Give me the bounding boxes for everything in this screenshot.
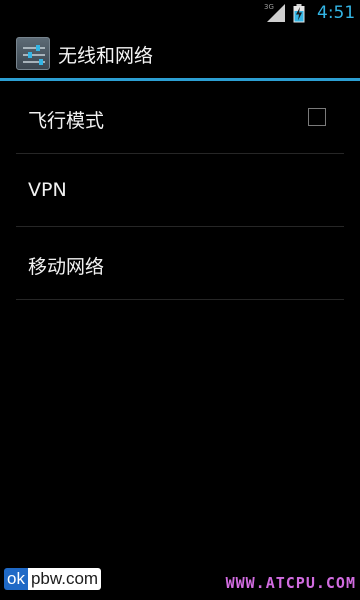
- battery-charging-icon: [293, 4, 305, 23]
- settings-list: 飞行模式 VPN 移动网络: [0, 81, 360, 300]
- airplane-mode-checkbox[interactable]: [308, 108, 326, 126]
- list-item-mobile-network[interactable]: 移动网络: [16, 227, 344, 300]
- list-item-airplane-mode[interactable]: 飞行模式: [16, 81, 344, 154]
- list-item-vpn[interactable]: VPN: [16, 154, 344, 227]
- watermark-pbw: pbw.com: [27, 568, 102, 590]
- action-bar: 无线和网络: [0, 26, 360, 79]
- watermark-atcpu: WWW.ATCPU.COM: [225, 574, 356, 592]
- airplane-mode-label: 飞行模式: [28, 110, 105, 132]
- vpn-label: VPN: [28, 179, 67, 201]
- watermark-okpbw: ok pbw.com: [4, 568, 102, 590]
- status-bar: 3G 4:51: [0, 0, 360, 26]
- watermark-ok: ok: [4, 568, 28, 590]
- signal-icon: [267, 4, 285, 22]
- page-title: 无线和网络: [58, 45, 154, 67]
- settings-sliders-icon[interactable]: [16, 37, 50, 70]
- mobile-network-label: 移动网络: [28, 256, 105, 278]
- screen: 3G 4:51 无线和网络 飞行模式 VPN 移动网络 ok pbw.com W…: [0, 0, 360, 600]
- clock: 4:51: [317, 3, 356, 23]
